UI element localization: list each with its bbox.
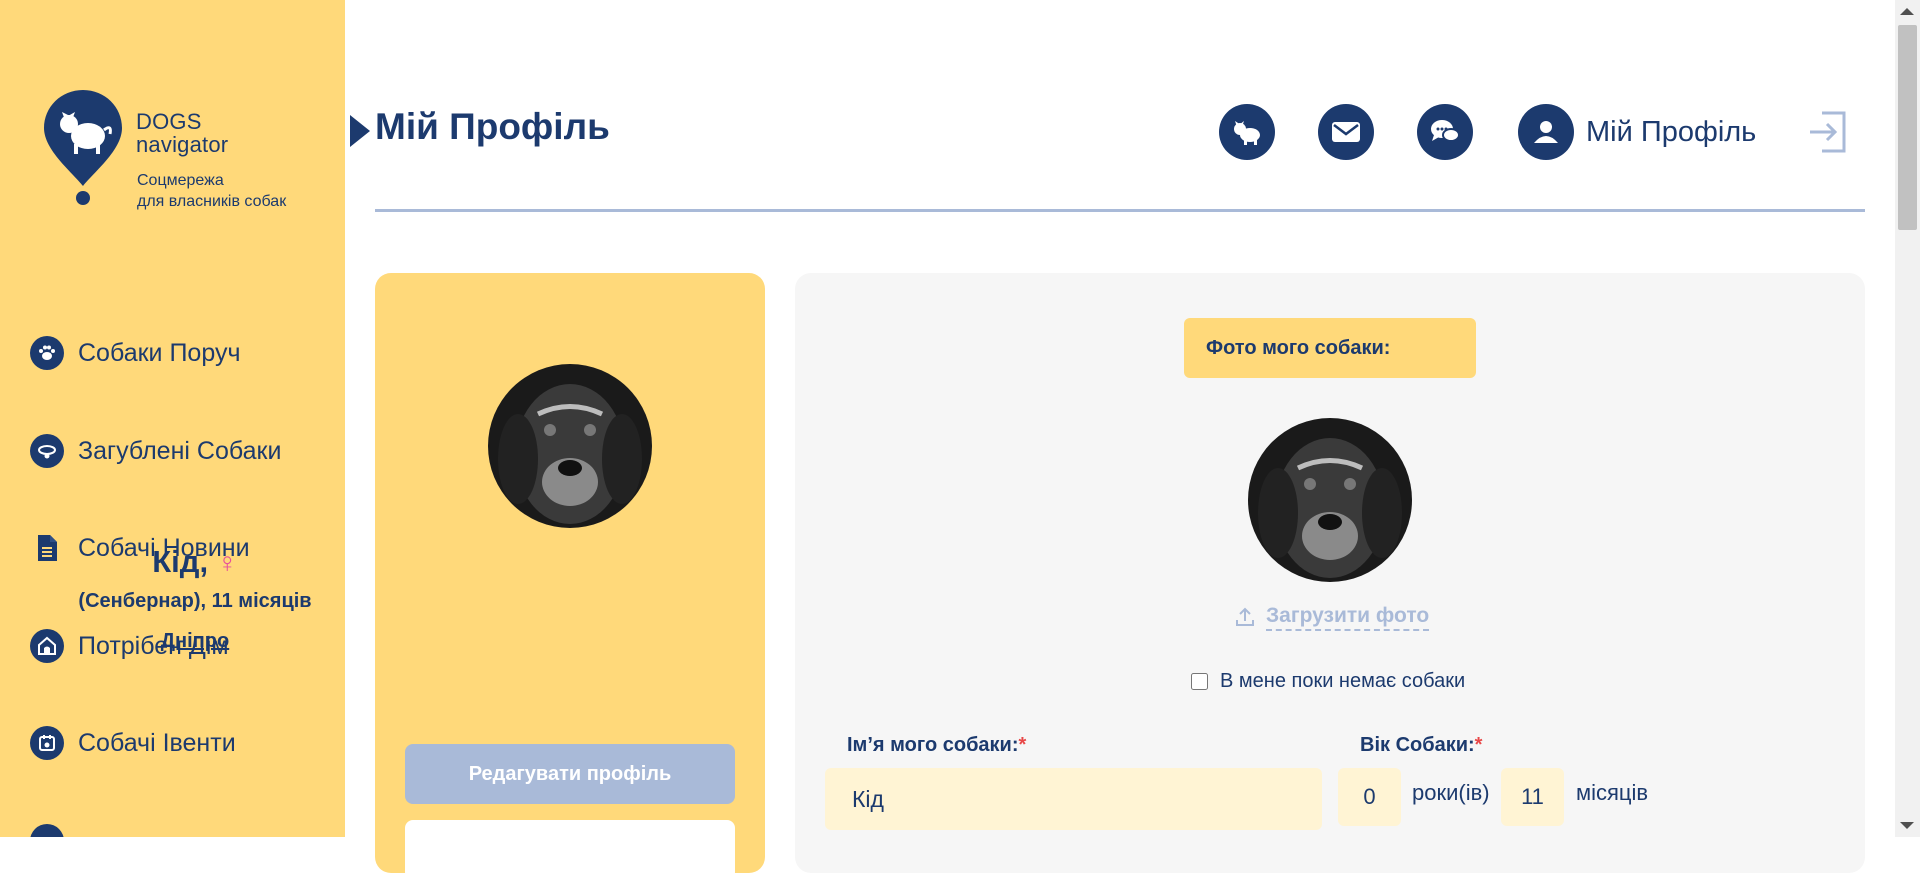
sidebar-item-label: Загублені Собаки xyxy=(78,436,282,465)
required-mark: * xyxy=(1474,734,1483,756)
brand-title-line1: DOGS xyxy=(136,109,202,134)
dog-name-heading: Кід, ♀ xyxy=(0,544,390,580)
brand-tagline-line1: Соцмережа xyxy=(137,172,224,189)
upload-photo-link[interactable]: Загрузити фото xyxy=(1234,603,1430,631)
sidebar: DOGS navigator Соцмережа для власників с… xyxy=(0,0,345,837)
header-profile-label: Мій Профіль xyxy=(1586,115,1757,148)
sidebar-item-dog-events[interactable]: Собачі Івенти xyxy=(30,726,236,760)
user-icon xyxy=(1518,104,1574,160)
profile-avatar xyxy=(488,364,652,528)
dog-city-link[interactable]: Дніпро xyxy=(0,630,390,653)
brand-title: DOGS navigator xyxy=(136,110,228,156)
page-marker-icon xyxy=(350,115,370,147)
page-title: Мій Профіль xyxy=(375,106,610,147)
logo[interactable]: DOGS navigator Соцмережа для власників с… xyxy=(42,88,312,218)
logout-icon[interactable] xyxy=(1808,109,1850,155)
paw-icon xyxy=(30,336,64,370)
no-dog-checkbox[interactable] xyxy=(1191,673,1208,690)
collar-icon xyxy=(30,434,64,468)
photo-section-label: Фото мого собаки: xyxy=(1184,318,1476,378)
edit-profile-button[interactable]: Редагувати профіль xyxy=(405,744,735,804)
header-divider xyxy=(375,209,1865,212)
dog-name-input[interactable] xyxy=(825,768,1322,830)
age-years-input[interactable] xyxy=(1338,768,1401,826)
dog-details: (Сенбернар), 11 місяців xyxy=(78,590,312,612)
scroll-up-icon[interactable] xyxy=(1900,8,1914,15)
sidebar-item-dogs-nearby[interactable]: Собаки Поруч xyxy=(30,336,240,370)
chat-icon[interactable] xyxy=(1417,104,1473,160)
dog-age-label-text: Вік Собаки: xyxy=(1360,734,1475,756)
no-dog-label: В мене поки немає собаки xyxy=(1220,670,1466,692)
age-months-unit: місяців xyxy=(1576,780,1649,805)
dog-photo-icon xyxy=(1248,418,1412,582)
age-years-unit: роки(ів) xyxy=(1412,780,1490,805)
dog-age-label: Вік Собаки:* xyxy=(1360,734,1482,757)
dog-icon[interactable] xyxy=(1219,104,1275,160)
dog-name-label: Ім’я мого собаки:* xyxy=(847,734,1026,757)
header-profile-link[interactable]: Мій Профіль xyxy=(1518,104,1756,160)
dog-photo-icon xyxy=(488,364,652,528)
no-dog-option[interactable]: В мене поки немає собаки xyxy=(1191,670,1465,693)
calendar-icon xyxy=(30,726,64,760)
upload-icon xyxy=(1236,607,1254,626)
sidebar-item-lost-dogs[interactable]: Загублені Собаки xyxy=(30,434,281,468)
required-mark: * xyxy=(1018,734,1027,756)
menu-icon xyxy=(30,824,64,837)
brand-tagline: Соцмережа для власників собак xyxy=(137,170,286,212)
brand-tagline-line2: для власників собак xyxy=(137,193,287,210)
dog-name-label-text: Ім’я мого собаки: xyxy=(847,734,1019,756)
sidebar-item-label: Собаки Поруч xyxy=(78,338,241,367)
sidebar-item-partial[interactable] xyxy=(30,824,64,837)
secondary-button[interactable] xyxy=(405,820,735,880)
upload-photo-label: Загрузити фото xyxy=(1266,603,1430,631)
mail-icon[interactable] xyxy=(1318,104,1374,160)
dog-name: Кід, xyxy=(152,544,209,579)
female-icon: ♀ xyxy=(216,547,238,578)
age-months-input[interactable] xyxy=(1501,768,1564,826)
scroll-down-icon[interactable] xyxy=(1900,822,1914,829)
logo-pin-icon xyxy=(44,90,122,205)
brand-title-line2: navigator xyxy=(136,132,229,157)
sidebar-item-label: Собачі Івенти xyxy=(78,728,236,757)
scrollbar-thumb[interactable] xyxy=(1898,25,1917,230)
form-dog-photo xyxy=(1248,418,1412,582)
